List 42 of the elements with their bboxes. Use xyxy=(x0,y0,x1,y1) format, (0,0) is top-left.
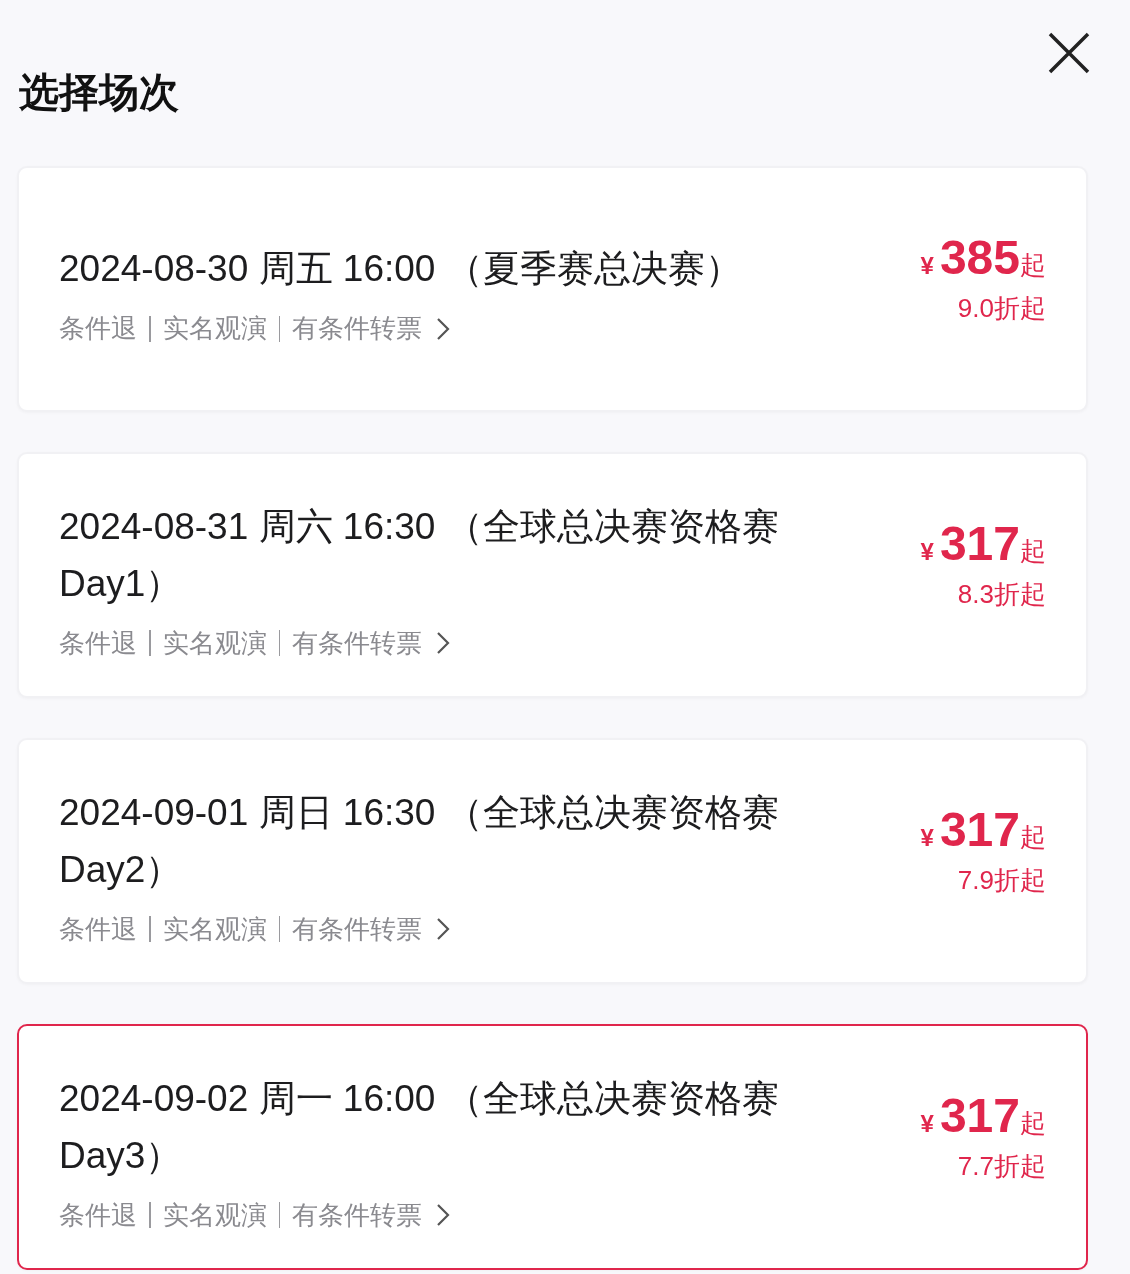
policy-label: 条件退 xyxy=(59,912,137,946)
price-suffix: 起 xyxy=(1020,821,1046,854)
price-amount: 317 xyxy=(939,1088,1020,1143)
policy-label: 实名观演 xyxy=(162,312,267,345)
session-card[interactable]: 2024-09-02 周一 16:00 （全球总决赛资格赛Day3） 条件退 实名观演 有条件转票 ¥317起 7.7折起 xyxy=(17,1024,1088,1270)
policy-label: 条件退 xyxy=(59,1198,137,1232)
price-suffix: 起 xyxy=(1020,535,1046,568)
session-card[interactable]: 2024-08-31 周六 16:30 （全球总决赛资格赛Day1） 条件退 实名观演 有条件转票 ¥317起 8.3折起 xyxy=(17,452,1088,698)
price-suffix: 起 xyxy=(1020,249,1046,282)
policy-label: 有条件转票 xyxy=(292,312,422,345)
currency-symbol: ¥ xyxy=(920,252,934,280)
policy-label: 实名观演 xyxy=(162,1198,267,1232)
policy-label: 实名观演 xyxy=(162,626,267,660)
policy-label: 有条件转票 xyxy=(292,1198,422,1232)
session-title: 2024-08-31 周六 16:30 （全球总决赛资格赛Day1） xyxy=(59,504,780,606)
close-icon[interactable] xyxy=(1048,32,1090,74)
policy-label: 有条件转票 xyxy=(292,626,422,660)
policy-label: 实名观演 xyxy=(162,912,267,946)
policy-label: 有条件转票 xyxy=(292,912,422,946)
session-card[interactable]: 2024-08-30 周五 16:00 （夏季赛总决赛） 条件退 实名观演 有条件转票 ¥385起 9.0折起 xyxy=(17,166,1088,412)
discount-label: 7.7折起 xyxy=(957,1150,1046,1183)
currency-symbol: ¥ xyxy=(920,824,934,852)
currency-symbol: ¥ xyxy=(920,538,934,566)
session-title: 2024-09-01 周日 16:30 （全球总决赛资格赛Day2） xyxy=(59,790,780,892)
chevron-right-icon xyxy=(436,1203,450,1227)
session-title: 2024-09-02 周一 16:00 （全球总决赛资格赛Day3） xyxy=(59,1076,780,1178)
chevron-right-icon xyxy=(436,917,450,941)
policy-label: 条件退 xyxy=(59,312,137,345)
session-title: 2024-08-30 周五 16:00 （夏季赛总决赛） xyxy=(59,247,743,291)
discount-label: 7.9折起 xyxy=(957,864,1046,897)
currency-symbol: ¥ xyxy=(920,1110,934,1138)
chevron-right-icon xyxy=(436,316,450,341)
discount-label: 9.0折起 xyxy=(957,292,1046,325)
price-amount: 317 xyxy=(939,516,1020,571)
policy-label: 条件退 xyxy=(59,626,137,660)
price-suffix: 起 xyxy=(1020,1107,1046,1140)
chevron-right-icon xyxy=(436,631,450,655)
discount-label: 8.3折起 xyxy=(957,578,1046,611)
price-amount: 385 xyxy=(939,230,1020,285)
sheet-title: 选择场次 xyxy=(19,69,179,116)
session-card[interactable]: 2024-09-01 周日 16:30 （全球总决赛资格赛Day2） 条件退 实名观演 有条件转票 ¥317起 7.9折起 xyxy=(17,738,1088,984)
price-amount: 317 xyxy=(939,802,1020,857)
